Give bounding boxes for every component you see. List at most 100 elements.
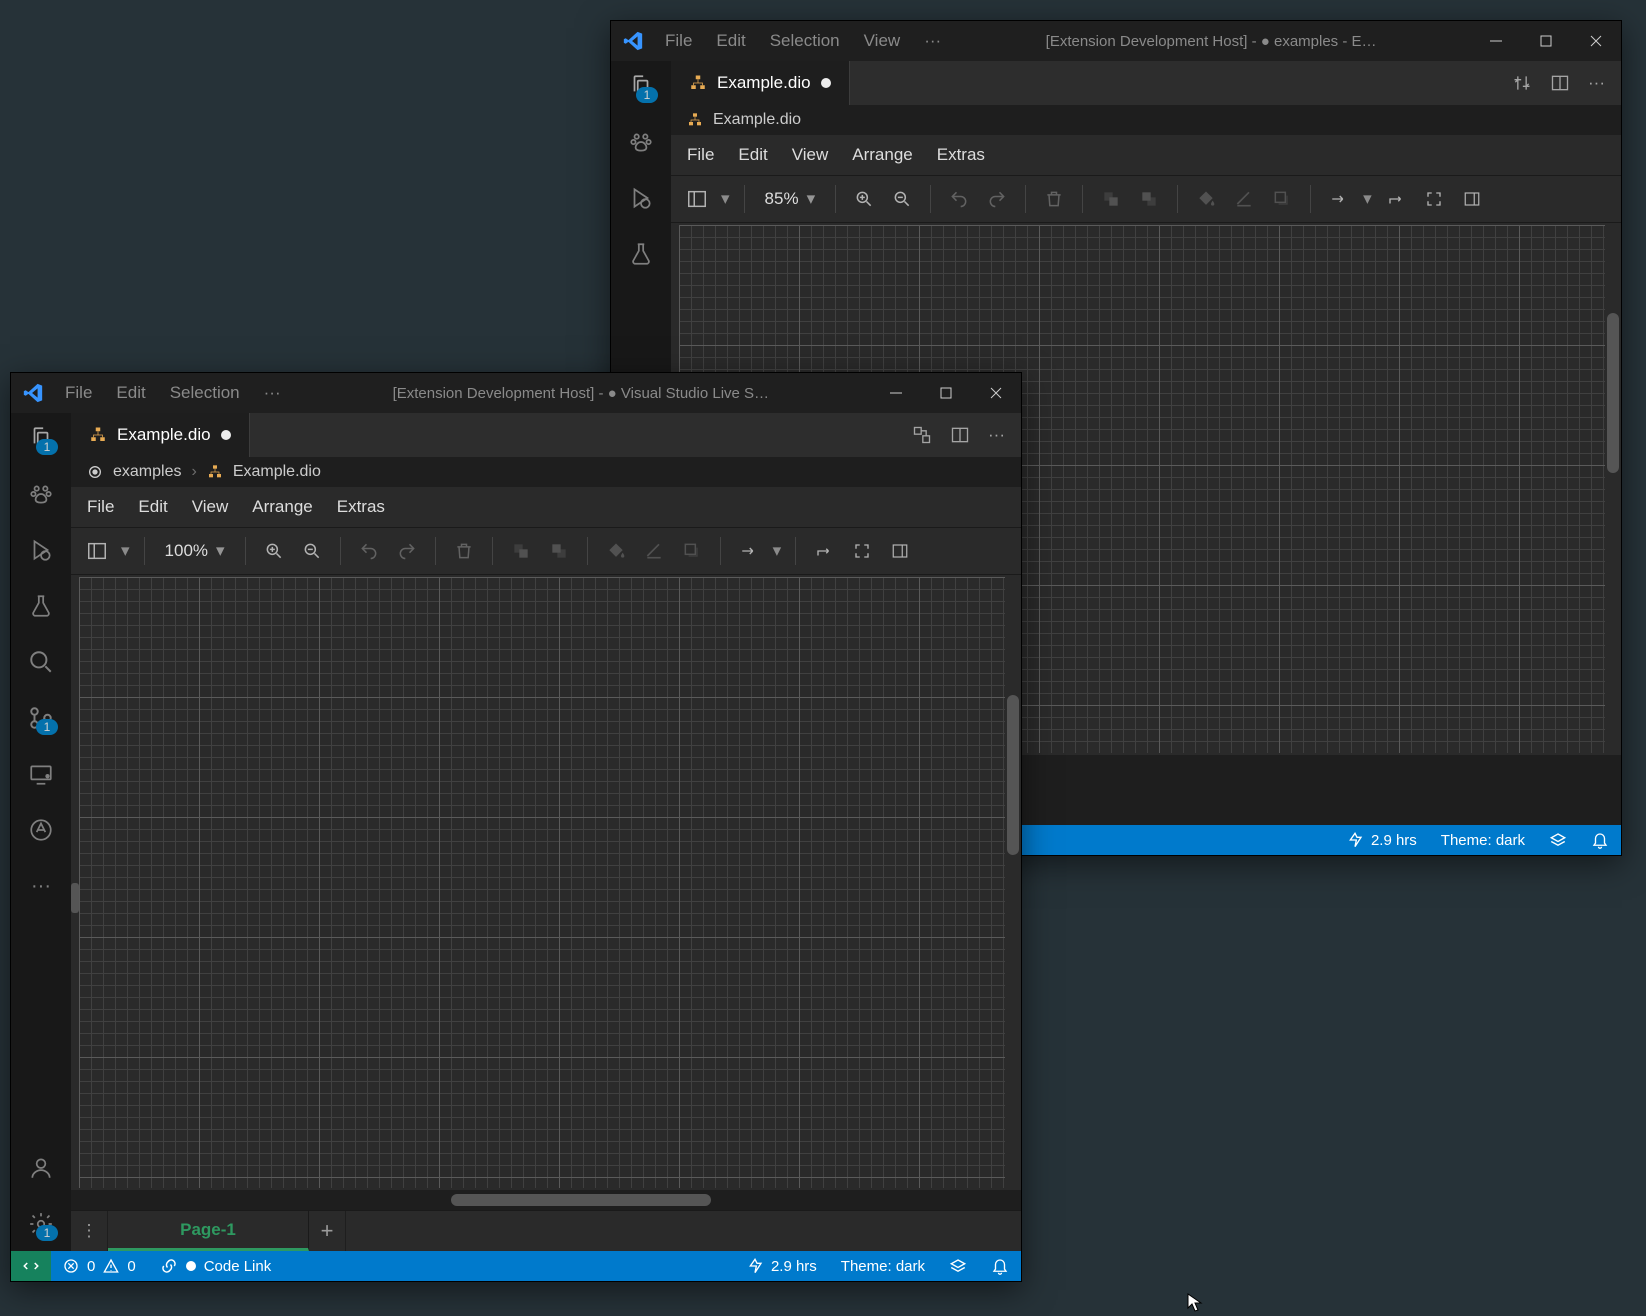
fill-icon[interactable] xyxy=(1192,185,1220,213)
status-codelink[interactable]: Code Link xyxy=(148,1257,284,1275)
menu-edit[interactable]: Edit xyxy=(106,379,155,407)
vertical-scrollbar[interactable] xyxy=(1607,313,1619,473)
close-button[interactable] xyxy=(971,373,1021,413)
redo-icon[interactable] xyxy=(393,537,421,565)
undo-icon[interactable] xyxy=(355,537,383,565)
crumb-folder[interactable]: examples xyxy=(113,463,181,481)
fullscreen-icon[interactable] xyxy=(1420,185,1448,213)
drawio-extras[interactable]: Extras xyxy=(937,145,985,165)
crumb-file[interactable]: Example.dio xyxy=(233,463,321,481)
undo-icon[interactable] xyxy=(945,185,973,213)
to-front-icon[interactable] xyxy=(507,537,535,565)
menu-file[interactable]: File xyxy=(55,379,102,407)
bell-icon[interactable] xyxy=(979,1257,1021,1275)
waypoint-icon[interactable] xyxy=(1382,185,1410,213)
drawio-edit[interactable]: Edit xyxy=(738,145,767,165)
bell-icon[interactable] xyxy=(1579,831,1621,849)
zoom-out-icon[interactable] xyxy=(298,537,326,565)
feedback-icon[interactable] xyxy=(1537,831,1579,849)
delete-icon[interactable] xyxy=(450,537,478,565)
to-back-icon[interactable] xyxy=(545,537,573,565)
delete-icon[interactable] xyxy=(1040,185,1068,213)
status-hours[interactable]: 2.9 hrs xyxy=(735,1258,829,1275)
account-icon[interactable] xyxy=(26,1153,56,1183)
menu-edit[interactable]: Edit xyxy=(706,27,755,55)
zoom-level[interactable]: 100%▾ xyxy=(159,541,231,561)
status-problems[interactable]: 0 0 xyxy=(51,1258,148,1275)
format-panel-icon[interactable] xyxy=(886,537,914,565)
page-menu-icon[interactable]: ⋮ xyxy=(71,1211,108,1251)
vertical-scrollbar[interactable] xyxy=(1007,695,1019,855)
debug-icon[interactable] xyxy=(26,535,56,565)
split-icon[interactable] xyxy=(950,425,970,445)
gear-icon[interactable]: 1 xyxy=(26,1209,56,1239)
connection-icon[interactable] xyxy=(735,537,763,565)
drawio-arrange[interactable]: Arrange xyxy=(852,145,912,165)
minimize-button[interactable] xyxy=(1471,21,1521,61)
add-page-icon[interactable]: + xyxy=(309,1211,346,1251)
format-panel-icon[interactable] xyxy=(1458,185,1486,213)
drawio-arrange[interactable]: Arrange xyxy=(252,497,312,517)
drawio-view[interactable]: View xyxy=(192,497,229,517)
more-icon[interactable]: ··· xyxy=(1588,73,1605,93)
zoom-out-icon[interactable] xyxy=(888,185,916,213)
explorer-icon[interactable]: 1 xyxy=(26,423,56,453)
page-tab[interactable]: Page-1 xyxy=(108,1211,309,1251)
collapse-handle[interactable] xyxy=(71,883,79,913)
to-front-icon[interactable] xyxy=(1097,185,1125,213)
paw-icon[interactable] xyxy=(626,127,656,157)
drawio-edit[interactable]: Edit xyxy=(138,497,167,517)
connection-icon[interactable] xyxy=(1325,185,1353,213)
zoom-level[interactable]: 85%▾ xyxy=(759,189,822,209)
stroke-icon[interactable] xyxy=(1230,185,1258,213)
shadow-icon[interactable] xyxy=(1268,185,1296,213)
menu-selection[interactable]: Selection xyxy=(760,27,850,55)
minimize-button[interactable] xyxy=(871,373,921,413)
sidebar-toggle-icon[interactable] xyxy=(683,185,711,213)
remote-icon[interactable] xyxy=(26,759,56,789)
split-icon[interactable] xyxy=(1550,73,1570,93)
source-control-icon[interactable]: 1 xyxy=(26,703,56,733)
zoom-in-icon[interactable] xyxy=(850,185,878,213)
fill-icon[interactable] xyxy=(602,537,630,565)
drawio-extras[interactable]: Extras xyxy=(337,497,385,517)
explorer-icon[interactable]: 1 xyxy=(626,71,656,101)
feedback-icon[interactable] xyxy=(937,1257,979,1275)
to-back-icon[interactable] xyxy=(1135,185,1163,213)
menu-overflow[interactable]: ··· xyxy=(914,27,951,55)
menu-file[interactable]: File xyxy=(655,27,702,55)
horizontal-scrollbar[interactable] xyxy=(451,1194,711,1206)
fullscreen-icon[interactable] xyxy=(848,537,876,565)
maximize-button[interactable] xyxy=(1521,21,1571,61)
more-icon[interactable]: ··· xyxy=(26,871,56,901)
paw-icon[interactable] xyxy=(26,479,56,509)
drawio-file[interactable]: File xyxy=(687,145,714,165)
beaker-icon[interactable] xyxy=(26,591,56,621)
canvas[interactable] xyxy=(79,577,1005,1188)
tab-example[interactable]: Example.dio xyxy=(671,61,850,105)
redo-icon[interactable] xyxy=(983,185,1011,213)
stroke-icon[interactable] xyxy=(640,537,668,565)
waypoint-icon[interactable] xyxy=(810,537,838,565)
beaker-icon[interactable] xyxy=(626,239,656,269)
tab-example[interactable]: Example.dio xyxy=(71,413,250,457)
menu-view[interactable]: View xyxy=(854,27,911,55)
maximize-button[interactable] xyxy=(921,373,971,413)
shadow-icon[interactable] xyxy=(678,537,706,565)
status-theme[interactable]: Theme: dark xyxy=(829,1258,937,1275)
zoom-in-icon[interactable] xyxy=(260,537,288,565)
compare-icon[interactable] xyxy=(912,425,932,445)
compare-icon[interactable] xyxy=(1512,73,1532,93)
sidebar-toggle-icon[interactable] xyxy=(83,537,111,565)
crumb-file[interactable]: Example.dio xyxy=(713,111,801,129)
status-theme[interactable]: Theme: dark xyxy=(1429,832,1537,849)
liveshare-icon[interactable] xyxy=(26,815,56,845)
drawio-view[interactable]: View xyxy=(792,145,829,165)
status-hours[interactable]: 2.9 hrs xyxy=(1335,832,1429,849)
menu-selection[interactable]: Selection xyxy=(160,379,250,407)
drawio-file[interactable]: File xyxy=(87,497,114,517)
debug-icon[interactable] xyxy=(626,183,656,213)
menu-overflow[interactable]: ··· xyxy=(254,379,291,407)
remote-button[interactable] xyxy=(11,1251,51,1281)
close-button[interactable] xyxy=(1571,21,1621,61)
